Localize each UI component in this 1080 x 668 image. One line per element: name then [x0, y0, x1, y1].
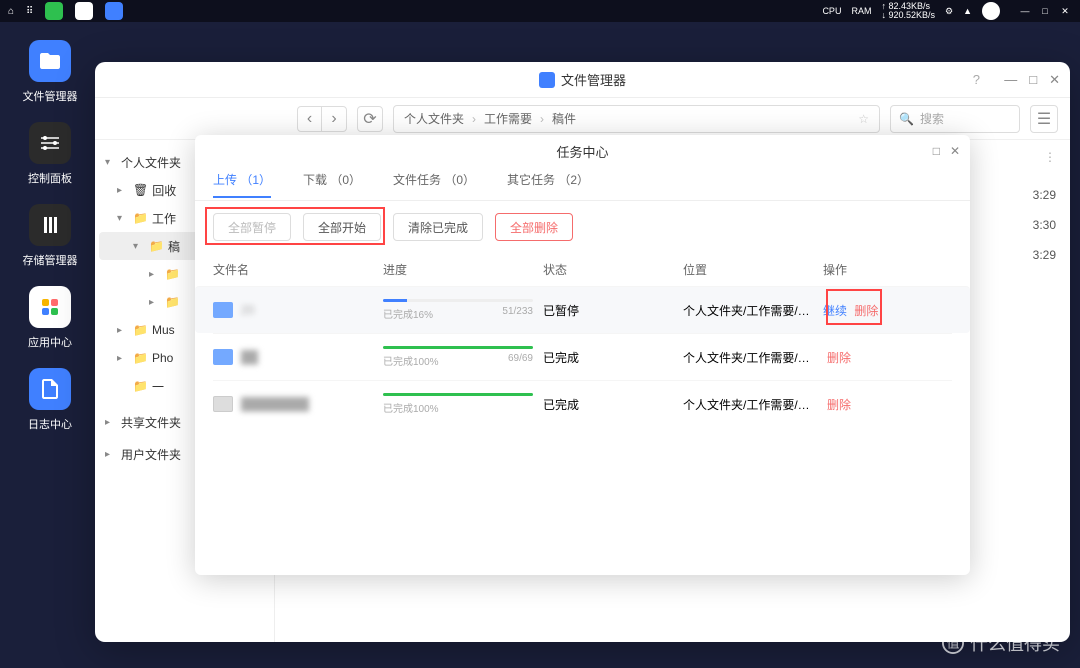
dock-file-manager[interactable]: 文件管理器: [10, 40, 90, 104]
col-location: 位置: [683, 261, 823, 278]
delete-all-button[interactable]: 全部删除: [495, 213, 573, 241]
task-titlebar: 任务中心 □ ✕: [195, 135, 970, 167]
task-actions: 全部暂停 全部开始 清除已完成 全部删除: [195, 201, 970, 253]
delete-button[interactable]: 删除: [827, 351, 851, 365]
avatar[interactable]: [982, 2, 1000, 20]
home-icon[interactable]: ⌂: [8, 6, 14, 17]
topbar-app-2[interactable]: [75, 2, 93, 20]
nav-forward[interactable]: ›: [322, 107, 346, 131]
network-stats: ↑ 82.43KB/s ↓ 920.52KB/s: [881, 2, 935, 20]
start-all-button[interactable]: 全部开始: [303, 213, 381, 241]
view-mode-icon[interactable]: ☰: [1030, 105, 1058, 133]
help-icon[interactable]: ?: [973, 72, 980, 87]
col-status: 状态: [543, 261, 683, 278]
cpu-meter: CPU: [822, 6, 841, 16]
task-close[interactable]: ✕: [950, 144, 960, 158]
maximize-button[interactable]: □: [1038, 4, 1052, 18]
table-row[interactable]: ████████ 已完成100% 已完成 个人文件夹/工作需要/… 删除: [213, 380, 952, 427]
search-input[interactable]: 🔍 搜索: [890, 105, 1020, 133]
tab-file-task[interactable]: 文件任务 （0）: [393, 171, 475, 196]
delete-button[interactable]: 删除: [827, 398, 851, 412]
window-close[interactable]: ✕: [1049, 72, 1060, 88]
apps-icon[interactable]: ⠿: [26, 6, 33, 17]
topbar-app-3[interactable]: [105, 2, 123, 20]
ram-meter: RAM: [851, 6, 871, 16]
system-topbar: ⌂ ⠿ CPU RAM ↑ 82.43KB/s ↓ 920.52KB/s ⚙ ▲…: [0, 0, 1080, 22]
col-action: 操作: [823, 261, 952, 278]
refresh-button[interactable]: ⟳: [357, 106, 383, 132]
window-minimize[interactable]: —: [1004, 72, 1017, 88]
table-row[interactable]: ██ 已完成100%69/69 已完成 个人文件夹/工作需要/… 删除: [213, 333, 952, 380]
desktop-dock: 文件管理器 控制面板 存储管理器 应用中心 日志中心: [10, 40, 90, 432]
breadcrumb[interactable]: 个人文件夹 › 工作需要 › 稿件 ☆: [393, 105, 880, 133]
dock-storage-manager[interactable]: 存储管理器: [10, 204, 90, 268]
folder-icon: [213, 349, 233, 365]
nav-back[interactable]: ‹: [298, 107, 322, 131]
clear-done-button[interactable]: 清除已完成: [393, 213, 483, 241]
favorite-icon[interactable]: ☆: [858, 112, 869, 126]
task-maximize[interactable]: □: [933, 144, 940, 158]
toolbar: ‹ › ⟳ 个人文件夹 › 工作需要 › 稿件 ☆ 🔍 搜索 ☰: [95, 98, 1070, 140]
task-tabs: 上传 （1） 下载 （0） 文件任务 （0） 其它任务 （2）: [195, 167, 970, 201]
delete-button[interactable]: 删除: [854, 304, 878, 318]
more-icon[interactable]: ⋮: [1044, 150, 1056, 164]
col-name: 文件名: [213, 261, 383, 278]
dock-control-panel[interactable]: 控制面板: [10, 122, 90, 186]
task-table: 文件名 进度 状态 位置 操作 20 已完成16%51/233 已暂停 个人文件…: [195, 253, 970, 427]
tab-upload[interactable]: 上传 （1）: [213, 171, 271, 198]
settings-icon[interactable]: ⚙: [945, 6, 953, 17]
tab-other[interactable]: 其它任务 （2）: [507, 171, 589, 196]
continue-button[interactable]: 继续: [823, 304, 847, 318]
topbar-app-1[interactable]: [45, 2, 63, 20]
notification-icon[interactable]: ▲: [963, 6, 972, 16]
task-center-window: 任务中心 □ ✕ 上传 （1） 下载 （0） 文件任务 （0） 其它任务 （2）…: [195, 135, 970, 575]
close-button[interactable]: ✕: [1058, 4, 1072, 18]
col-progress: 进度: [383, 261, 543, 278]
dock-log-center[interactable]: 日志中心: [10, 368, 90, 432]
dock-app-center[interactable]: 应用中心: [10, 286, 90, 350]
svg-text:值: 值: [947, 636, 960, 651]
document-icon: [213, 396, 233, 412]
minimize-button[interactable]: —: [1018, 4, 1032, 18]
app-icon: [539, 72, 555, 88]
folder-icon: [213, 302, 233, 318]
watermark: 值 什么值得买: [942, 630, 1060, 656]
search-icon: 🔍: [899, 112, 914, 126]
window-titlebar: 文件管理器 ? — □ ✕: [95, 62, 1070, 98]
pause-all-button[interactable]: 全部暂停: [213, 213, 291, 241]
window-maximize[interactable]: □: [1029, 72, 1037, 88]
window-title: 文件管理器: [561, 70, 626, 89]
table-row[interactable]: 20 已完成16%51/233 已暂停 个人文件夹/工作需要/… 继续 删除: [195, 286, 970, 333]
tab-download[interactable]: 下载 （0）: [303, 171, 361, 196]
